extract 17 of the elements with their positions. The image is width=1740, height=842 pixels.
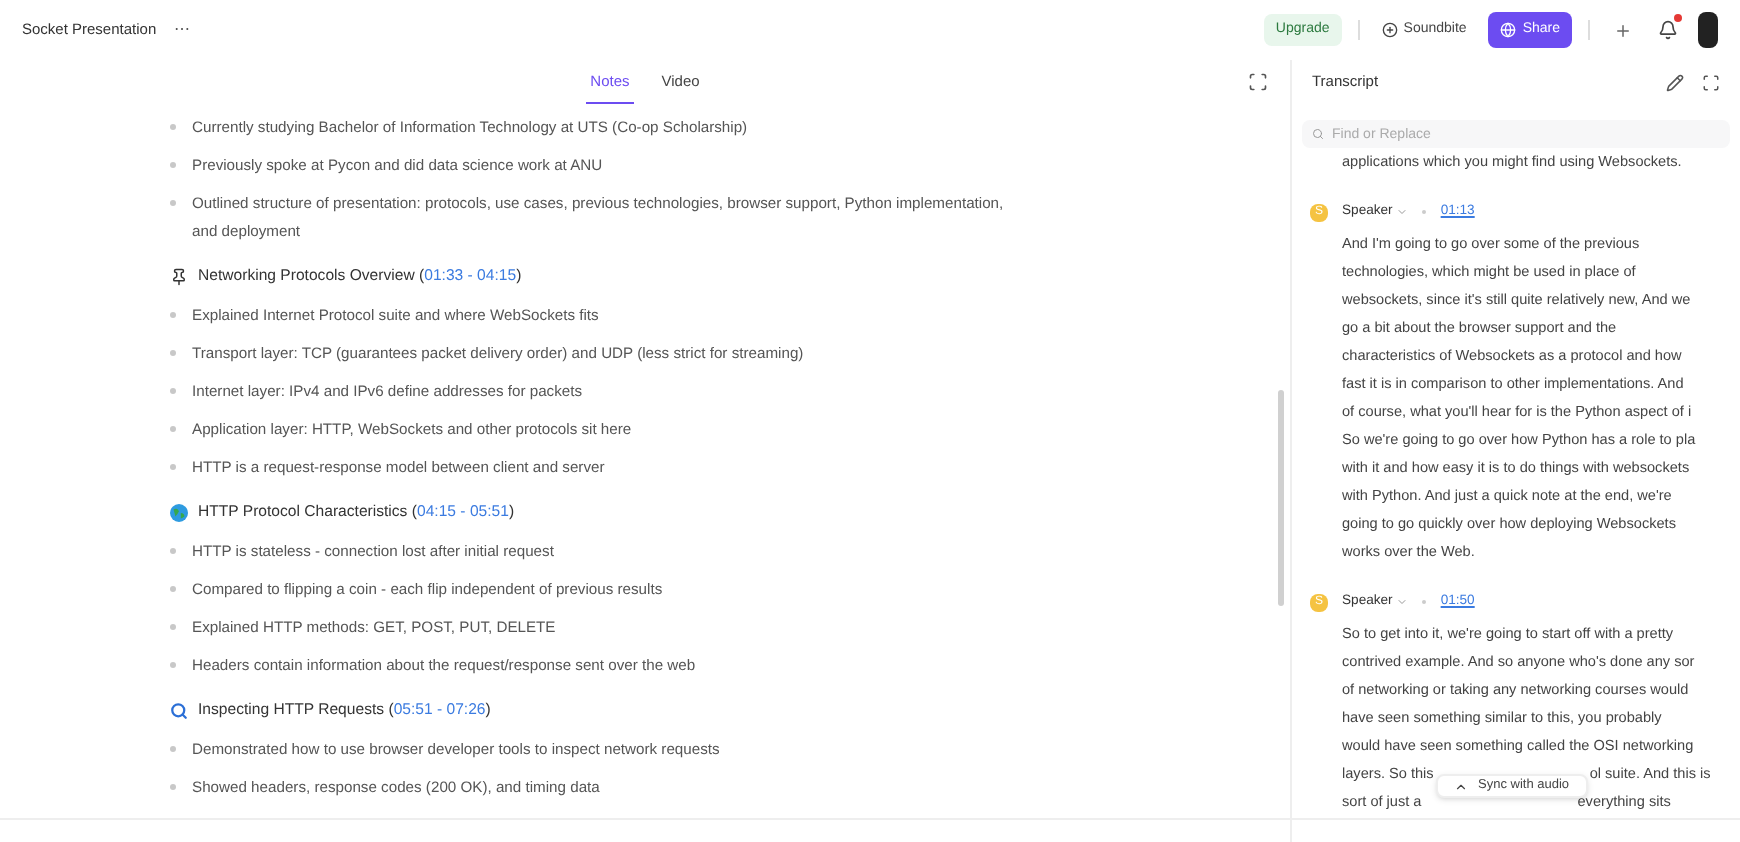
pin-icon — [170, 267, 188, 285]
chevron-up-icon — [1454, 779, 1468, 793]
more-menu-button[interactable]: ⋯ — [174, 18, 191, 42]
expand-icon[interactable] — [1248, 72, 1268, 92]
avatar[interactable] — [1698, 12, 1718, 48]
search-icon — [1312, 128, 1324, 140]
chevron-down-icon — [1396, 596, 1409, 608]
bell-icon — [1658, 20, 1678, 40]
chevron-down-icon — [1396, 206, 1409, 218]
globe-icon — [1500, 22, 1517, 38]
plus-circle-icon — [1381, 22, 1398, 38]
search-icon — [170, 701, 188, 719]
globe-icon — [170, 503, 188, 521]
edit-icon[interactable] — [1666, 73, 1684, 91]
expand-icon[interactable] — [1702, 73, 1720, 91]
plus-icon — [1613, 21, 1631, 39]
scrollbar[interactable] — [1278, 390, 1284, 606]
